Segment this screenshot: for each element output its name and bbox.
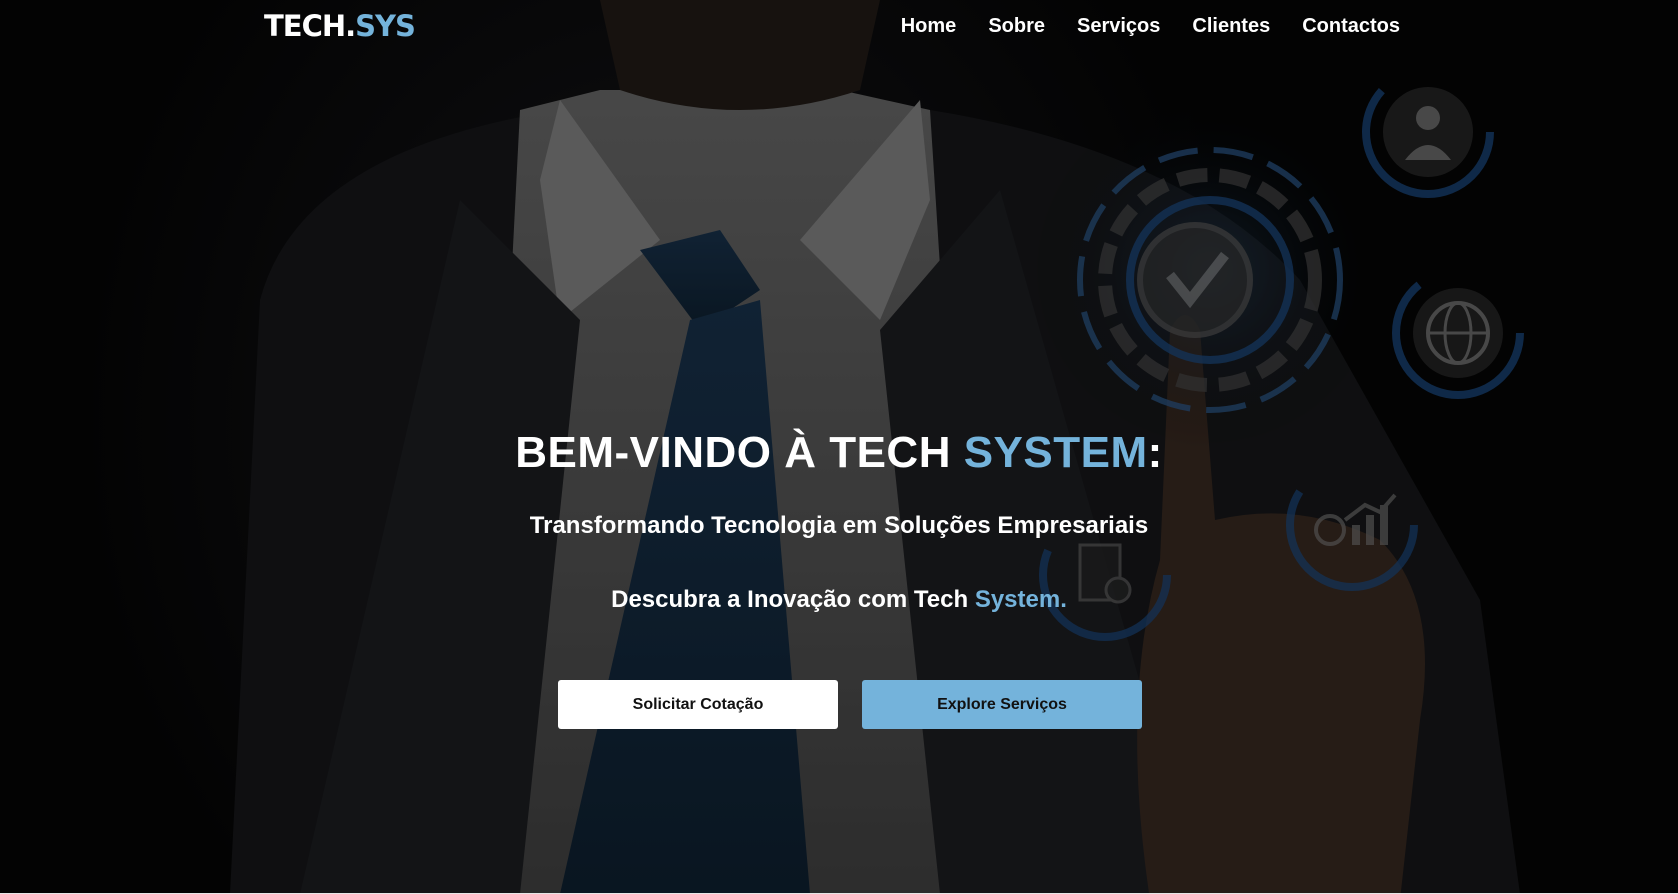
hero-tagline: Descubra a Inovação com Tech System. [0,585,1678,615]
users-icon [1362,66,1494,198]
hero-buttons: Solicitar Cotação Explore Serviços [558,680,1142,729]
hero-headline: BEM-VINDO À TECH SYSTEM: [0,425,1678,481]
nav-link-contactos[interactable]: Contactos [1302,13,1400,39]
nav-link-servicos[interactable]: Serviços [1077,13,1160,39]
nav-menu: Home Sobre Serviços Clientes Contactos [901,13,1400,39]
headline-prefix: BEM-VINDO À TECH [515,428,964,477]
hero-subline: Transformando Tecnologia em Soluções Emp… [529,512,1149,539]
logo-accent-text: SYS [355,9,416,43]
top-navigation: TECH.SYS Home Sobre Serviços Clientes Co… [0,0,1678,52]
headline-suffix: : [1147,428,1163,477]
globe-icon [1392,267,1524,399]
nav-link-home[interactable]: Home [901,13,957,39]
hero-section: TECH.SYS Home Sobre Serviços Clientes Co… [0,0,1678,894]
logo-main-text: TECH. [264,9,356,43]
explore-services-button[interactable]: Explore Serviços [862,680,1142,729]
hero-content: BEM-VINDO À TECH SYSTEM: Transformando T… [0,425,1678,615]
nav-link-sobre[interactable]: Sobre [988,13,1045,39]
request-quote-button[interactable]: Solicitar Cotação [558,680,838,729]
nav-link-clientes[interactable]: Clientes [1192,13,1270,39]
tagline-accent: System. [974,586,1067,613]
site-logo[interactable]: TECH.SYS [264,8,416,44]
headline-accent: SYSTEM [963,428,1148,477]
tagline-prefix: Descubra a Inovação com Tech [611,586,975,613]
